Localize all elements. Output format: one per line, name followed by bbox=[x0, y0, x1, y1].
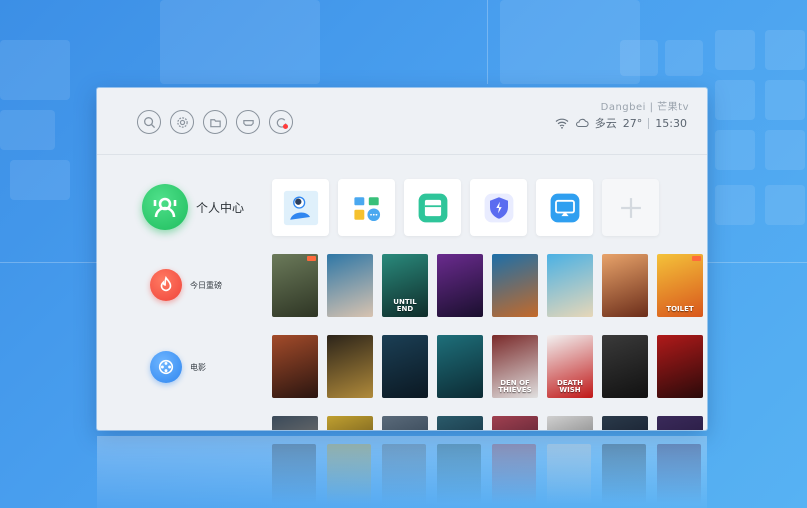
header-divider bbox=[97, 154, 707, 155]
reflection-poster bbox=[547, 444, 591, 504]
poster-title: UNTIL END bbox=[393, 298, 417, 313]
app-tile-security[interactable] bbox=[470, 179, 527, 236]
poster-title: DEATH WISH bbox=[556, 379, 584, 394]
record-dot bbox=[283, 124, 288, 129]
vip-badge bbox=[307, 256, 316, 261]
reflection-poster bbox=[657, 444, 701, 504]
poster-row-movie: DEN OF THIEVES DEATH WISH bbox=[272, 335, 703, 398]
movie-poster[interactable] bbox=[437, 335, 483, 398]
movie-poster[interactable] bbox=[657, 335, 703, 398]
shield-icon bbox=[484, 193, 513, 222]
movie-poster[interactable] bbox=[547, 416, 593, 430]
flame-icon bbox=[150, 269, 182, 301]
screen-reflection bbox=[97, 436, 707, 508]
movie-poster[interactable]: DEATH WISH bbox=[547, 335, 593, 398]
movie-poster[interactable] bbox=[657, 416, 703, 430]
movie-poster[interactable] bbox=[492, 254, 538, 317]
movie-poster[interactable] bbox=[602, 335, 648, 398]
record-icon[interactable] bbox=[269, 110, 293, 134]
poster-title: DEN OF THIEVES bbox=[498, 379, 532, 394]
movie-poster[interactable] bbox=[382, 416, 428, 430]
sidebar-item-label: 个人中心 bbox=[196, 200, 245, 215]
cloudy-icon bbox=[575, 118, 589, 128]
app-tile-screen-cast[interactable] bbox=[536, 179, 593, 236]
temperature: 27° bbox=[622, 116, 643, 130]
sidebar-item-label: 电影 bbox=[190, 362, 206, 372]
movie-poster[interactable]: UNTIL END bbox=[382, 254, 428, 317]
status-separator bbox=[648, 117, 650, 129]
status-bar: 多云 27° 15:30 bbox=[555, 115, 687, 131]
movie-poster[interactable] bbox=[327, 335, 373, 398]
hdmi-icon[interactable] bbox=[236, 110, 260, 134]
reflection-poster bbox=[327, 444, 371, 504]
user-center-icon bbox=[142, 184, 188, 230]
app-row bbox=[272, 179, 659, 236]
film-reel-icon bbox=[150, 351, 182, 383]
grid-icon bbox=[353, 196, 380, 221]
tv-screen: Dangbei | 芒果tv 多云 27° 15:30 个人中心 今日重磅 电影… bbox=[97, 88, 707, 430]
movie-poster[interactable] bbox=[272, 416, 318, 430]
reflection-poster bbox=[382, 444, 426, 504]
movie-poster[interactable]: TOILET bbox=[657, 254, 703, 317]
search-icon[interactable] bbox=[137, 110, 161, 134]
poster-title: TOILET bbox=[666, 305, 694, 313]
sidebar-item-label: 今日重磅 bbox=[190, 280, 222, 290]
movie-poster[interactable]: DEN OF THIEVES bbox=[492, 335, 538, 398]
person-icon bbox=[283, 190, 318, 225]
sidebar-item-user-center[interactable]: 个人中心 bbox=[142, 184, 244, 230]
sidebar-item-movie[interactable]: 电影 bbox=[150, 351, 206, 383]
movie-poster[interactable] bbox=[327, 254, 373, 317]
reflection-poster bbox=[272, 444, 316, 504]
folder-green-icon bbox=[418, 193, 447, 222]
reflection-poster bbox=[437, 444, 481, 504]
app-tile-file-manager[interactable] bbox=[404, 179, 461, 236]
app-tile-user[interactable] bbox=[272, 179, 329, 236]
settings-icon[interactable] bbox=[170, 110, 194, 134]
movie-poster[interactable] bbox=[437, 416, 483, 430]
plus-icon bbox=[620, 197, 641, 218]
movie-poster[interactable] bbox=[547, 254, 593, 317]
movie-poster[interactable] bbox=[382, 335, 428, 398]
wifi-icon bbox=[555, 118, 569, 129]
movie-poster[interactable] bbox=[602, 416, 648, 430]
reflection-poster bbox=[492, 444, 536, 504]
movie-poster[interactable] bbox=[327, 416, 373, 430]
poster-row-today-hot: UNTIL END TOILET bbox=[272, 254, 703, 317]
top-toolbar bbox=[137, 110, 293, 134]
weather-text: 多云 bbox=[594, 117, 617, 130]
sidebar-item-today-hot[interactable]: 今日重磅 bbox=[150, 269, 222, 301]
brand-logo: Dangbei | 芒果tv bbox=[600, 102, 689, 113]
folder-icon[interactable] bbox=[203, 110, 227, 134]
movie-poster[interactable] bbox=[602, 254, 648, 317]
app-tile-folder[interactable] bbox=[338, 179, 395, 236]
reflection-poster bbox=[602, 444, 646, 504]
add-app-button[interactable] bbox=[602, 179, 659, 236]
vip-badge bbox=[692, 256, 701, 261]
clock: 15:30 bbox=[655, 116, 687, 130]
movie-poster[interactable] bbox=[272, 335, 318, 398]
movie-poster[interactable] bbox=[272, 254, 318, 317]
poster-row-more bbox=[272, 416, 703, 430]
movie-poster[interactable] bbox=[492, 416, 538, 430]
movie-poster[interactable] bbox=[437, 254, 483, 317]
cast-icon bbox=[550, 193, 579, 222]
